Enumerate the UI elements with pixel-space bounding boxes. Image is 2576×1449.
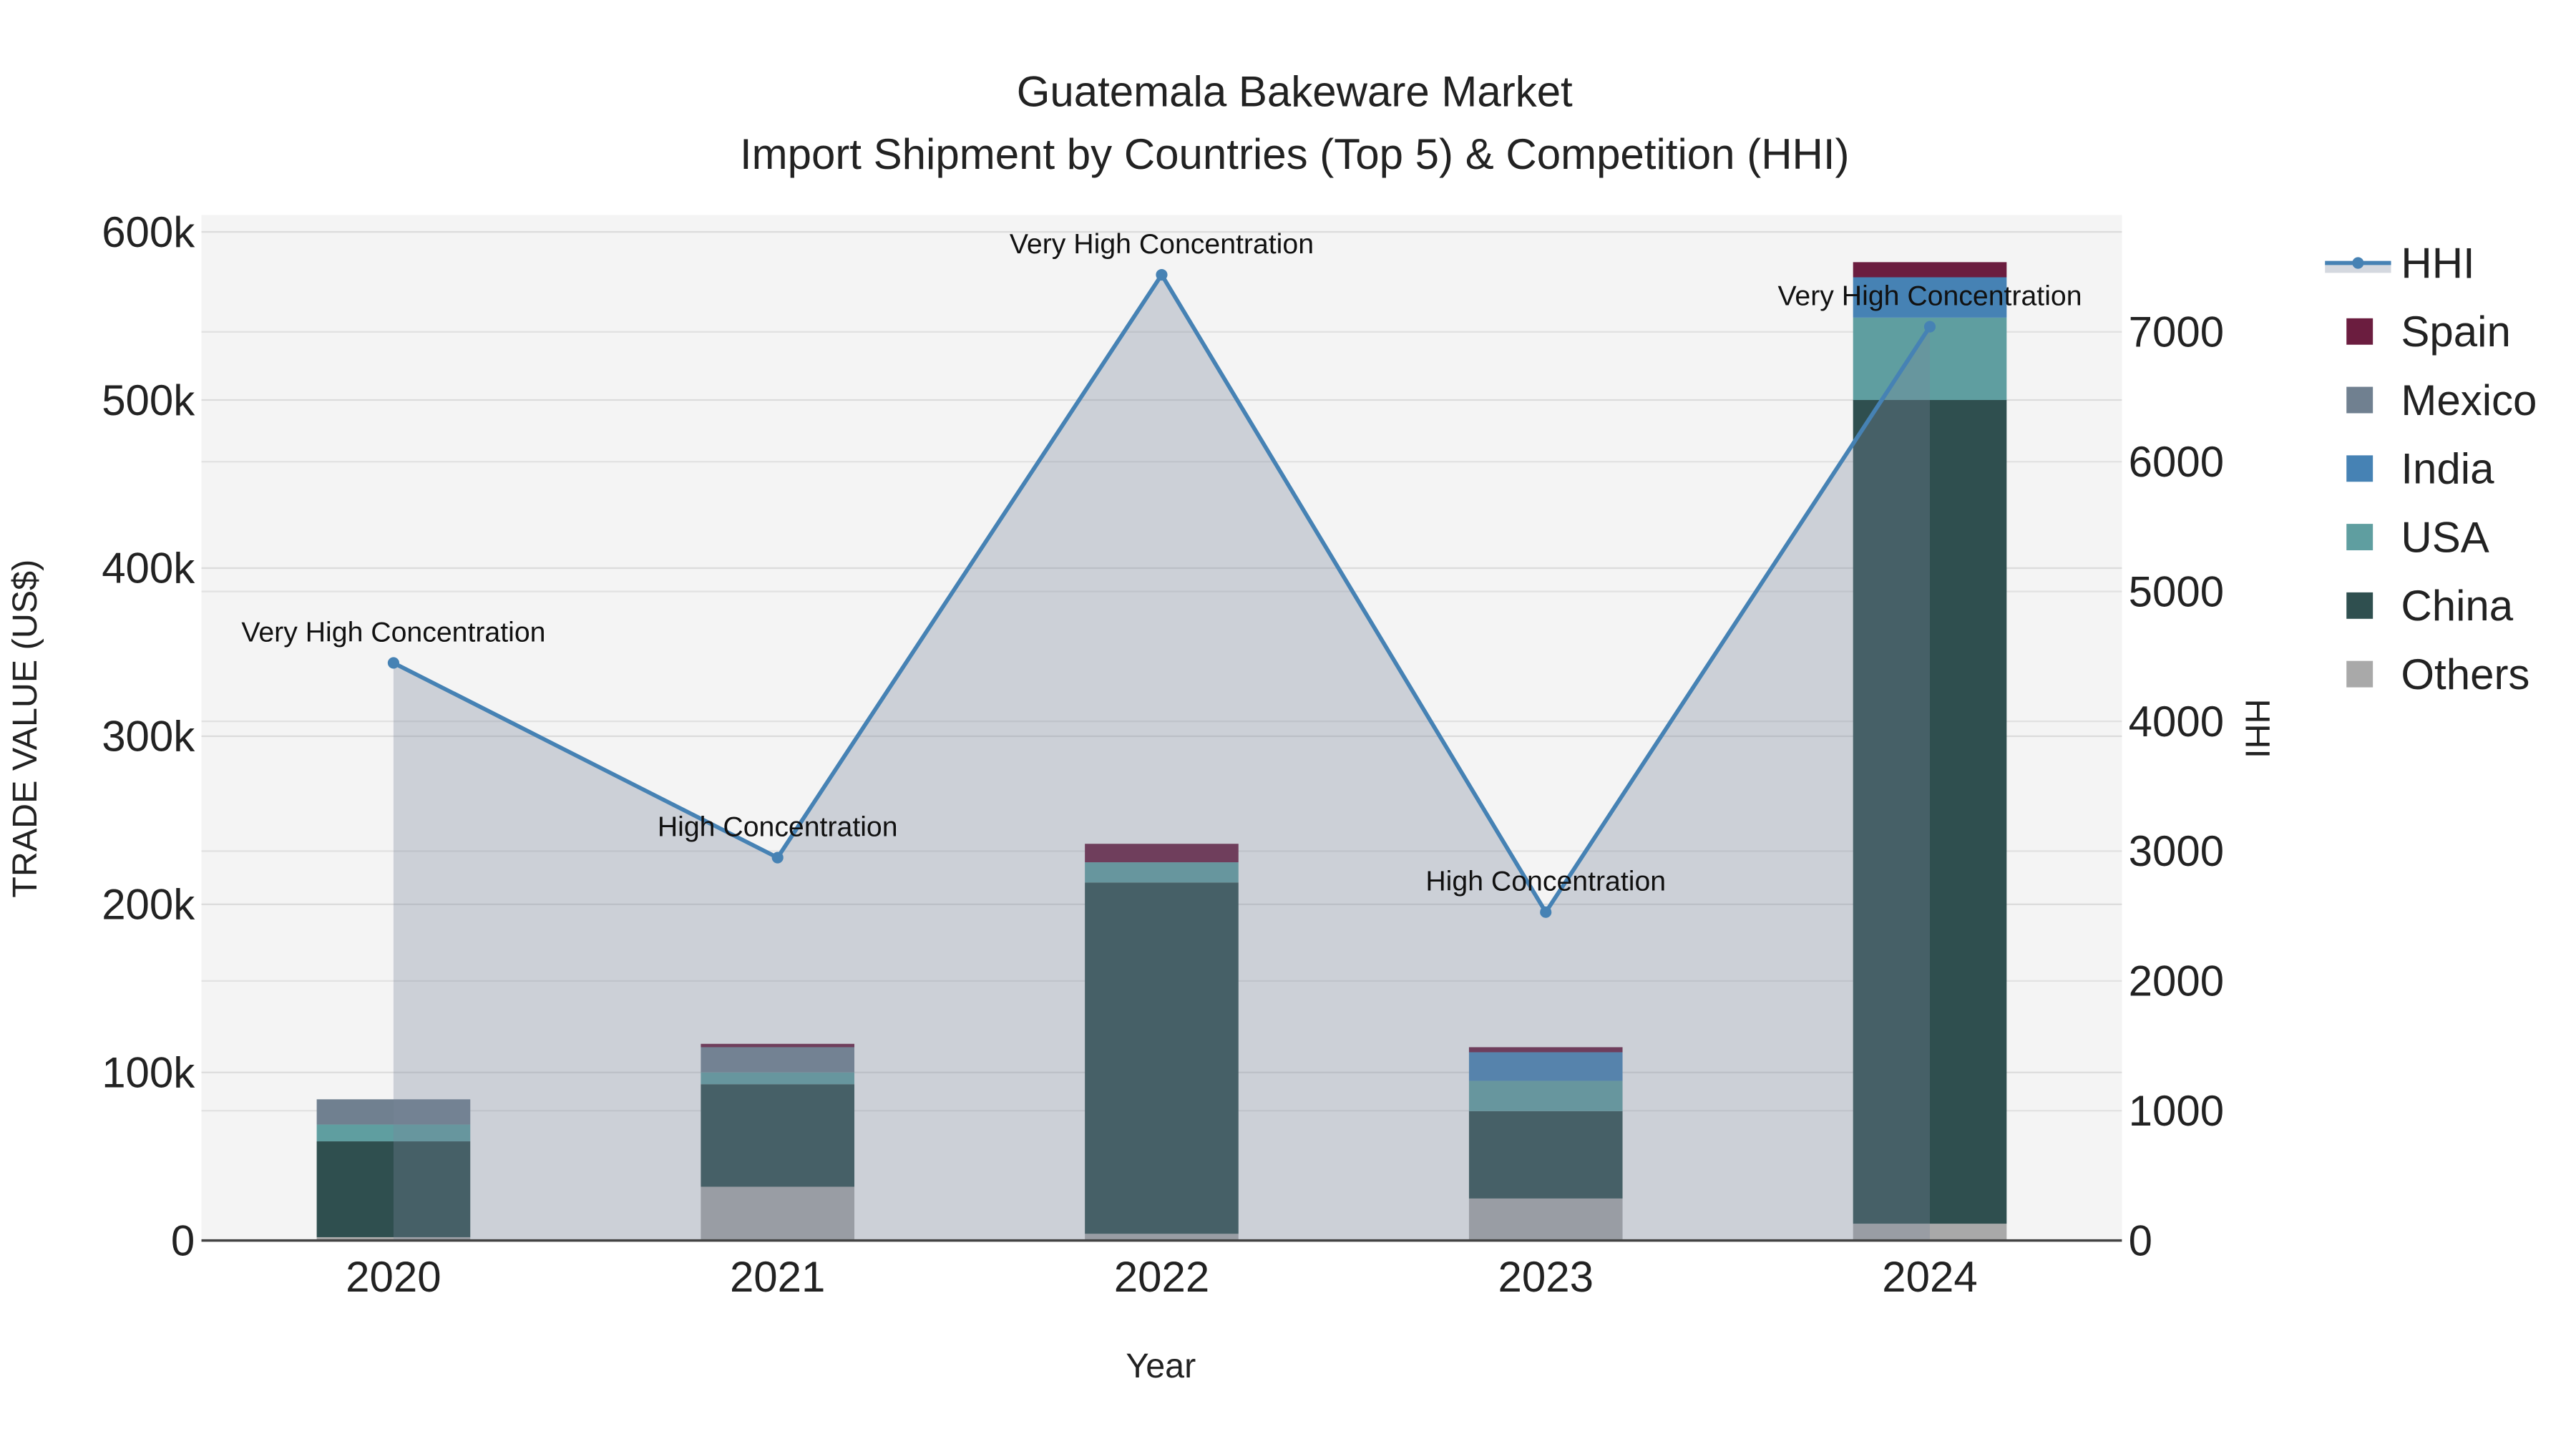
y2-tick-label: 2000 (2129, 957, 2224, 1005)
y2-tick-label: 6000 (2129, 438, 2224, 486)
legend-swatch-usa (2346, 524, 2373, 551)
y-tick-label: 500k (102, 376, 195, 424)
x-tick-label: 2020 (346, 1253, 441, 1301)
legend-swatch-china (2346, 592, 2373, 619)
x-tick-label: 2023 (1498, 1253, 1593, 1301)
legend-label-china: China (2401, 582, 2513, 630)
y-tick-label: 600k (102, 208, 195, 256)
y-tick-label: 300k (102, 713, 195, 761)
y-tick-label: 200k (102, 881, 195, 929)
legend-label-spain: Spain (2401, 308, 2510, 356)
y2-tick-label: 1000 (2129, 1087, 2224, 1135)
legend-swatch-mexico (2346, 386, 2373, 414)
y2-tick-label: 0 (2129, 1216, 2152, 1264)
chart-title: Guatemala Bakeware Market (1017, 67, 1573, 115)
legend-swatch-others (2346, 660, 2373, 688)
legend-label-usa: USA (2401, 513, 2489, 561)
y2-tick-label: 3000 (2129, 827, 2224, 875)
legend-swatch-spain (2346, 318, 2373, 345)
y-tick-label: 400k (102, 545, 195, 592)
hhi-annotation: Very High Concentration (1010, 228, 1314, 260)
y-axis-title: TRADE VALUE (US$) (6, 560, 44, 898)
hhi-point-2022 (1156, 268, 1168, 281)
legend-hhi-marker (2352, 257, 2364, 269)
x-tick-label: 2024 (1882, 1253, 1977, 1301)
hhi-point-2023 (1540, 906, 1552, 918)
y-tick-label: 0 (171, 1216, 195, 1264)
chart-subtitle: Import Shipment by Countries (Top 5) & C… (740, 130, 1850, 178)
y2-tick-label: 4000 (2129, 698, 2224, 746)
legend-swatch-india (2346, 455, 2373, 482)
x-tick-label: 2021 (730, 1253, 825, 1301)
hhi-point-2024 (1923, 321, 1936, 333)
y2-tick-label: 5000 (2129, 567, 2224, 615)
legend-label-others: Others (2401, 650, 2529, 698)
legend-label-hhi: HHI (2401, 239, 2474, 287)
bar-spain-2024 (1853, 262, 2007, 278)
hhi-annotation: Very High Concentration (241, 616, 545, 648)
chart: Guatemala Bakeware Market Import Shipmen… (0, 0, 2576, 1449)
hhi-annotation: High Concentration (1425, 866, 1666, 897)
y2-axis-title: HHI (2238, 699, 2276, 758)
y2-tick-label: 7000 (2129, 308, 2224, 356)
x-axis-title: Year (1126, 1347, 1196, 1385)
hhi-point-2020 (387, 657, 399, 669)
hhi-annotation: High Concentration (658, 811, 898, 843)
legend-label-india: India (2401, 445, 2494, 493)
x-tick-label: 2022 (1114, 1253, 1209, 1301)
legend-label-mexico: Mexico (2401, 376, 2537, 424)
hhi-point-2021 (771, 852, 784, 864)
hhi-annotation: Very High Concentration (1777, 280, 2082, 312)
y-tick-label: 100k (102, 1048, 195, 1096)
